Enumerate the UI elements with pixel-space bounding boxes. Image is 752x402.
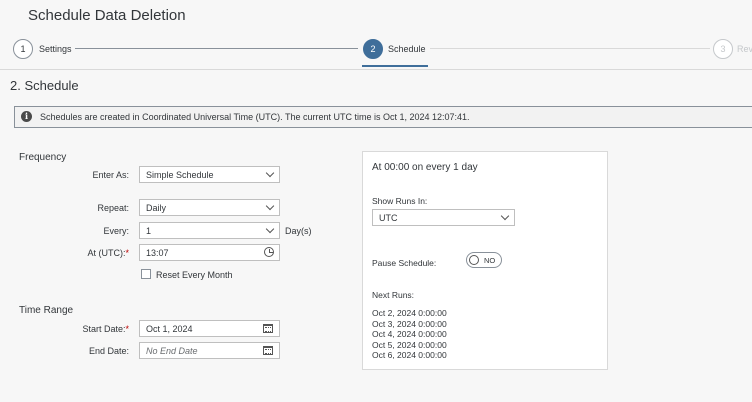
list-item: Oct 3, 2024 0:00:00 xyxy=(372,318,447,329)
toggle-state-label: NO xyxy=(484,256,496,265)
wizard-step-1-number[interactable]: 1 xyxy=(13,39,33,59)
required-marker: * xyxy=(125,324,129,334)
wizard-step-2-number[interactable]: 2 xyxy=(363,39,383,59)
start-date-label: Start Date:* xyxy=(9,324,129,334)
start-date-input[interactable]: Oct 1, 2024 xyxy=(139,320,280,337)
enter-as-select[interactable]: Simple Schedule xyxy=(139,166,280,183)
wizard-step-3-number[interactable]: 3 xyxy=(713,39,733,59)
next-runs-label: Next Runs: xyxy=(372,290,415,300)
section-title: 2. Schedule xyxy=(10,78,79,93)
repeat-select[interactable]: Daily xyxy=(139,199,280,216)
every-unit: Day(s) xyxy=(285,226,312,236)
reset-every-month-checkbox[interactable] xyxy=(141,269,151,279)
show-runs-timezone-select[interactable]: UTC xyxy=(372,209,515,226)
page-header: Schedule Data Deletion 1 Settings 2 Sche… xyxy=(0,0,752,70)
wizard-step-2-label[interactable]: Schedule xyxy=(388,44,426,54)
list-item: Oct 2, 2024 0:00:00 xyxy=(372,308,447,318)
utc-info-strip: i Schedules are created in Coordinated U… xyxy=(14,106,752,128)
wizard-connector xyxy=(430,48,710,49)
pause-schedule-toggle[interactable]: NO xyxy=(466,252,502,268)
enter-as-label: Enter As: xyxy=(92,170,129,180)
list-item: Oct 6, 2024 0:00:00 xyxy=(372,350,447,360)
schedule-summary-panel: At 00:00 on every 1 day Show Runs In: UT… xyxy=(362,151,608,370)
chevron-down-icon xyxy=(265,201,275,211)
enter-as-value: Simple Schedule xyxy=(146,170,214,180)
chevron-down-icon xyxy=(500,211,510,221)
end-date-placeholder: No End Date xyxy=(146,346,198,356)
repeat-label: Repeat: xyxy=(97,203,129,213)
repeat-value: Daily xyxy=(146,203,167,213)
time-range-title: Time Range xyxy=(19,305,74,316)
page-title: Schedule Data Deletion xyxy=(28,7,186,24)
calendar-icon[interactable] xyxy=(263,324,273,333)
list-item: Oct 5, 2024 0:00:00 xyxy=(372,339,447,350)
wizard-step-1-label[interactable]: Settings xyxy=(39,44,72,54)
frequency-title: Frequency xyxy=(19,152,67,163)
chevron-down-icon xyxy=(265,168,275,178)
next-runs-list: Oct 2, 2024 0:00:00 Oct 3, 2024 0:00:00 … xyxy=(372,308,447,361)
show-runs-value: UTC xyxy=(379,213,398,223)
toggle-knob xyxy=(469,255,479,265)
active-step-indicator xyxy=(362,65,428,67)
at-utc-value: 13:07 xyxy=(146,248,169,258)
every-select[interactable]: 1 xyxy=(139,222,280,239)
show-runs-label: Show Runs In: xyxy=(372,196,428,206)
list-item: Oct 4, 2024 0:00:00 xyxy=(372,329,447,339)
wizard-step-3-label[interactable]: Rev xyxy=(737,44,752,54)
start-date-label-text: Start Date: xyxy=(82,324,126,334)
info-message: Schedules are created in Coordinated Uni… xyxy=(40,112,470,122)
schedule-summary-headline: At 00:00 on every 1 day xyxy=(372,162,478,173)
wizard-connector xyxy=(75,48,358,49)
every-value: 1 xyxy=(146,226,152,236)
info-icon: i xyxy=(21,111,32,122)
start-date-value: Oct 1, 2024 xyxy=(146,324,193,334)
at-utc-label: At (UTC):* xyxy=(9,248,129,258)
every-label: Every: xyxy=(103,226,129,236)
end-date-label: End Date: xyxy=(88,346,129,356)
end-date-input[interactable]: No End Date xyxy=(139,342,280,359)
reset-every-month-label: Reset Every Month xyxy=(156,270,233,280)
at-utc-time-input[interactable]: 13:07 xyxy=(139,244,280,261)
calendar-icon[interactable] xyxy=(263,346,273,355)
wizard-progress: 1 Settings 2 Schedule 3 Rev xyxy=(0,36,752,67)
pause-schedule-label: Pause Schedule: xyxy=(372,258,437,268)
chevron-down-icon xyxy=(265,224,275,234)
clock-icon[interactable] xyxy=(264,247,274,257)
at-utc-label-text: At (UTC): xyxy=(87,248,126,258)
required-marker: * xyxy=(125,248,129,258)
